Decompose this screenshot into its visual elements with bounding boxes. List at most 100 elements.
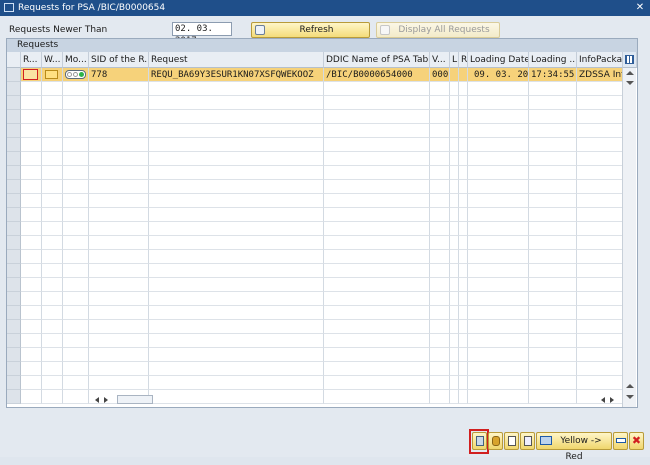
empty-cell [459, 390, 468, 404]
vertical-scrollbar[interactable] [622, 68, 636, 407]
date-input[interactable]: 02. 03. 2017 [172, 22, 232, 46]
empty-cell [42, 250, 63, 264]
col-header-rr[interactable]: R [459, 52, 468, 68]
yellow-to-red-button[interactable]: Yellow -> Red [536, 432, 612, 462]
row-selector[interactable] [7, 138, 21, 152]
empty-cell [468, 152, 529, 166]
scroll-left-end-icon[interactable] [601, 397, 605, 403]
col-header-w[interactable]: W... [42, 52, 63, 68]
empty-cell [21, 278, 42, 292]
close-icon[interactable]: ✕ [634, 2, 646, 14]
col-header-r[interactable]: R... [21, 52, 42, 68]
empty-cell [450, 376, 459, 390]
column-settings-icon[interactable] [623, 52, 637, 68]
scroll-up-icon[interactable] [626, 71, 634, 75]
col-header-mo[interactable]: Mo... [63, 52, 89, 68]
row-selector[interactable] [7, 96, 21, 110]
row-selector[interactable] [7, 278, 21, 292]
empty-cell [430, 180, 450, 194]
row-selector[interactable] [7, 166, 21, 180]
empty-cell [149, 152, 324, 166]
empty-cell [459, 250, 468, 264]
col-header-loading-date[interactable]: Loading Date [468, 52, 529, 68]
empty-cell [450, 82, 459, 96]
col-header-l[interactable]: L. [450, 52, 459, 68]
empty-cell [21, 194, 42, 208]
empty-cell [149, 348, 324, 362]
col-header-sid[interactable]: SID of the R... [89, 52, 149, 68]
empty-cell [21, 306, 42, 320]
empty-cell [89, 110, 149, 124]
empty-cell [89, 236, 149, 250]
workflow-cell[interactable] [42, 68, 63, 82]
empty-cell [529, 362, 577, 376]
row-selector[interactable] [7, 110, 21, 124]
monitor-cell[interactable] [63, 68, 89, 82]
row-selector[interactable] [7, 194, 21, 208]
refresh-button[interactable]: Refresh [251, 22, 370, 38]
copy-icon [524, 436, 532, 446]
display-all-requests-button[interactable]: Display All Requests [376, 22, 500, 38]
refresh-label: Refresh [299, 25, 334, 35]
database-button[interactable] [488, 432, 503, 450]
horizontal-scroll-thumb[interactable] [117, 395, 153, 404]
empty-cell [468, 320, 529, 334]
detail-button[interactable] [504, 432, 519, 450]
empty-cell [21, 390, 42, 404]
col-header-infopackage[interactable]: InfoPackage [577, 52, 623, 68]
row-selector[interactable] [7, 68, 21, 82]
row-selector[interactable] [7, 348, 21, 362]
row-selector[interactable] [7, 222, 21, 236]
empty-cell [577, 278, 623, 292]
empty-cell [468, 222, 529, 236]
row-selector[interactable] [7, 362, 21, 376]
empty-cell [468, 96, 529, 110]
row-selector[interactable] [7, 208, 21, 222]
scroll-down-small-icon[interactable] [626, 81, 634, 85]
empty-cell [42, 96, 63, 110]
scroll-right-icon[interactable] [610, 397, 614, 403]
empty-cell [430, 194, 450, 208]
row-selector[interactable] [7, 292, 21, 306]
delete-button[interactable] [472, 432, 487, 450]
row-selector[interactable] [7, 250, 21, 264]
col-header-v[interactable]: V... [430, 52, 450, 68]
col-header-loading-time[interactable]: Loading ... [529, 52, 577, 68]
copy-button[interactable] [520, 432, 535, 450]
empty-cell [63, 208, 89, 222]
empty-cell [529, 334, 577, 348]
row-selector[interactable] [7, 376, 21, 390]
cancel-button[interactable]: ✖ [629, 432, 644, 450]
empty-cell [42, 236, 63, 250]
empty-cell [42, 124, 63, 138]
scroll-up-small-icon[interactable] [626, 384, 634, 388]
scroll-left-icon[interactable] [95, 397, 99, 403]
database-icon [492, 436, 500, 446]
row-selector[interactable] [7, 152, 21, 166]
scroll-down-icon[interactable] [626, 395, 634, 399]
empty-cell [21, 250, 42, 264]
empty-cell [468, 208, 529, 222]
empty-cell [450, 278, 459, 292]
arrows-button[interactable] [613, 432, 628, 450]
empty-cell [324, 348, 430, 362]
empty-cell [21, 124, 42, 138]
empty-cell [21, 82, 42, 96]
row-selector[interactable] [7, 334, 21, 348]
row-selector[interactable] [7, 390, 21, 404]
row-selector[interactable] [7, 306, 21, 320]
row-selector[interactable] [7, 236, 21, 250]
row-selector[interactable] [7, 82, 21, 96]
row-selector[interactable] [7, 320, 21, 334]
empty-cell [468, 362, 529, 376]
empty-cell [450, 306, 459, 320]
scroll-right-small-icon[interactable] [104, 397, 108, 403]
col-header-ddic[interactable]: DDIC Name of PSA Table [324, 52, 430, 68]
row-selector[interactable] [7, 124, 21, 138]
row-selector[interactable] [7, 264, 21, 278]
status-cell[interactable] [21, 68, 42, 82]
empty-cell [42, 194, 63, 208]
empty-cell [577, 96, 623, 110]
col-header-request[interactable]: Request [149, 52, 324, 68]
row-selector[interactable] [7, 180, 21, 194]
